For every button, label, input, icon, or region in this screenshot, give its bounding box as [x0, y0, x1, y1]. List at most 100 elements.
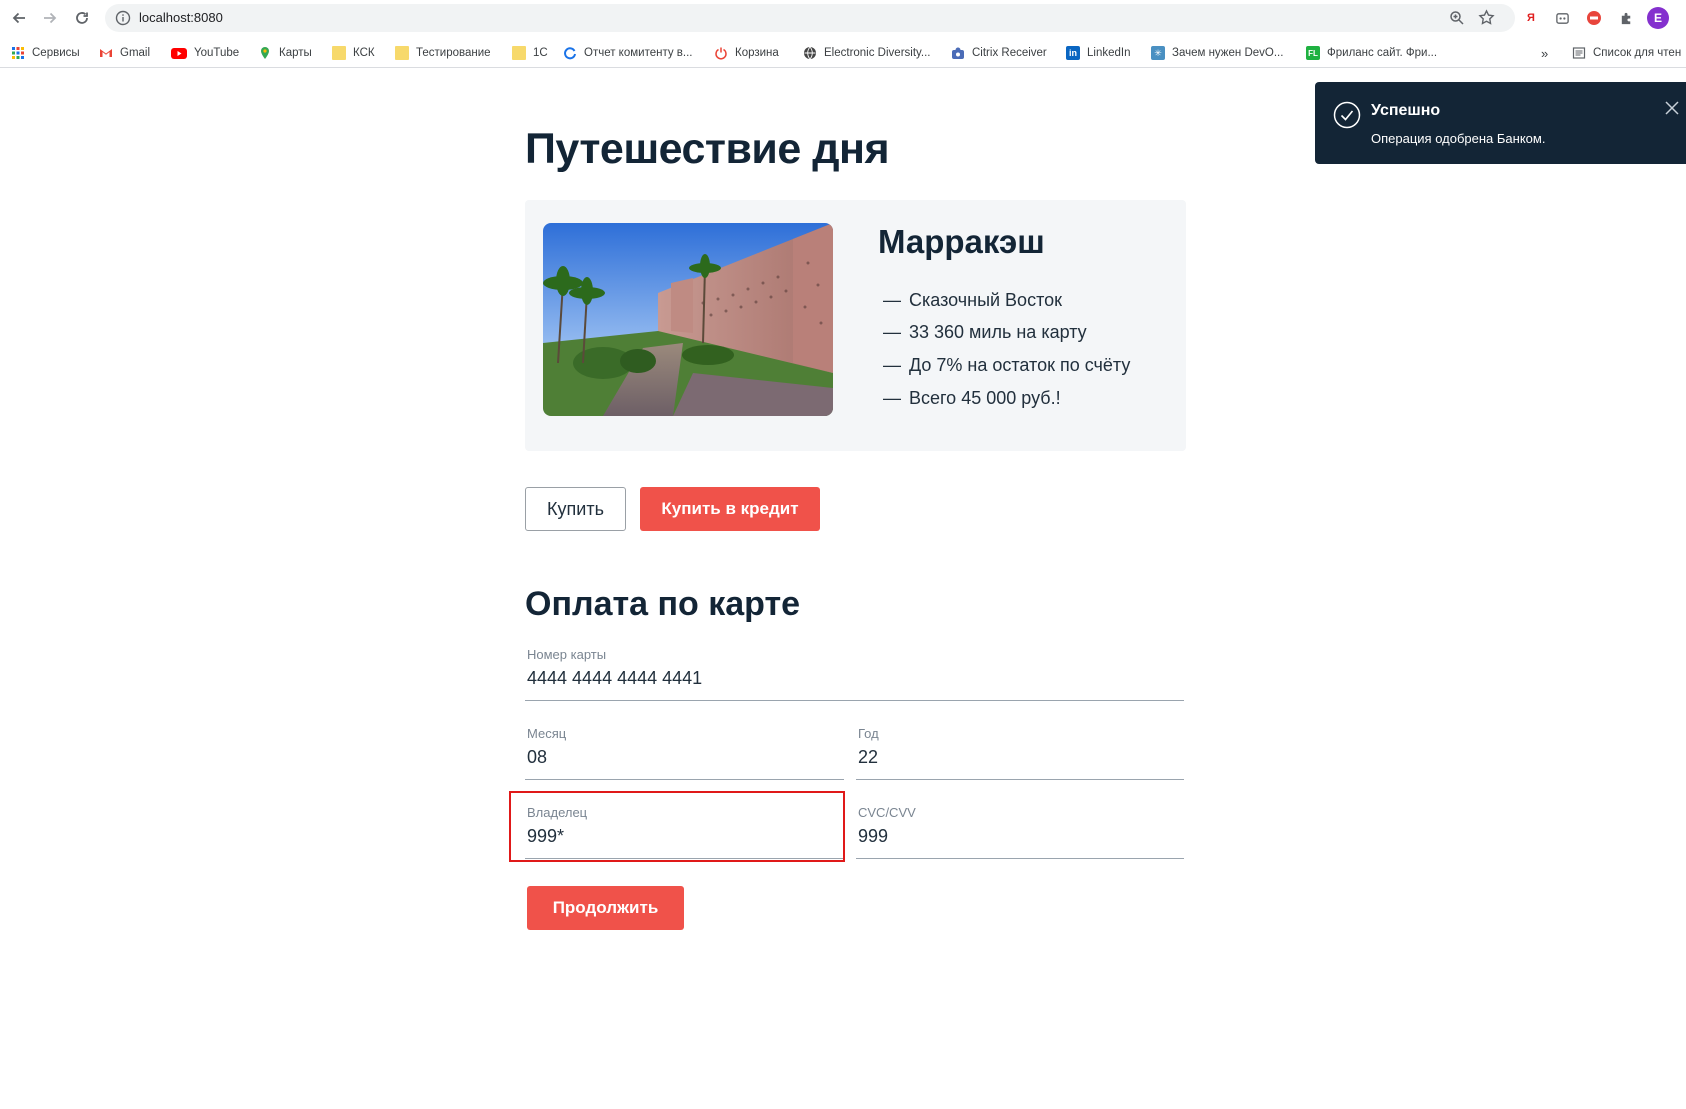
bookmark-report[interactable]: Отчет комитенту в...: [563, 45, 693, 61]
tour-feature: — 33 360 миль на карту: [883, 322, 1087, 343]
bookmark-label: Отчет комитенту в...: [584, 47, 693, 59]
buy-button[interactable]: Купить: [525, 487, 626, 531]
red-extension-icon[interactable]: [1585, 9, 1603, 27]
tour-city: Марракэш: [878, 223, 1045, 260]
url-text[interactable]: localhost:8080: [139, 10, 223, 25]
bookmark-label: Карты: [279, 47, 312, 59]
card-number-label: Номер карты: [527, 647, 607, 662]
feature-text: Сказочный Восток: [909, 290, 1062, 310]
month-field[interactable]: Месяц 08: [525, 726, 844, 780]
bookmark-label: YouTube: [194, 47, 240, 59]
bookmark-cart[interactable]: Корзина: [714, 45, 779, 61]
bookmark-diversity[interactable]: Electronic Diversity...: [803, 45, 931, 61]
extension-icon[interactable]: [1553, 9, 1571, 27]
notification-message: Операция одобрена Банком.: [1371, 131, 1546, 146]
feature-dash: —: [883, 322, 901, 342]
bookmark-label: Gmail: [120, 47, 151, 59]
browser-toolbar: localhost:8080 Я E: [0, 0, 1686, 36]
payment-title: Оплата по карте: [525, 585, 801, 623]
reload-icon: [76, 12, 88, 24]
gmail-icon: [99, 46, 113, 60]
bookmark-1c[interactable]: 1С: [512, 45, 548, 61]
bookmarks-overflow-button[interactable]: »: [1541, 45, 1548, 61]
bookmark-label: Тестирование: [416, 47, 491, 59]
cvc-value[interactable]: 999: [858, 826, 888, 847]
linkedin-icon: in: [1066, 46, 1080, 60]
bookmark-label: Сервисы: [32, 47, 80, 59]
check-circle-icon: [1333, 101, 1361, 129]
page-title: Путешествие дня: [525, 125, 890, 173]
feature-dash: —: [883, 355, 901, 375]
star-icon[interactable]: [1478, 9, 1495, 26]
tour-feature: — До 7% на остаток по счёту: [883, 355, 1130, 376]
bookmark-label: 1С: [533, 47, 548, 59]
bookmark-testing[interactable]: Тестирование: [395, 45, 491, 61]
month-value[interactable]: 08: [527, 747, 547, 768]
reading-list-label: Список для чтен: [1593, 47, 1682, 59]
zoom-icon[interactable]: [1449, 10, 1465, 26]
bookmark-devops[interactable]: ✳ Зачем нужен DevO...: [1151, 45, 1283, 61]
power-icon: [714, 46, 728, 60]
refresh-c-icon: [563, 46, 577, 60]
folder-icon: [332, 46, 346, 60]
tour-card: Марракэш — Сказочный Восток — 33 360 миль …: [525, 200, 1186, 451]
profile-avatar[interactable]: E: [1647, 7, 1669, 29]
yandex-extension-icon[interactable]: Я: [1522, 9, 1540, 27]
bookmark-label: Фриланс сайт. Фри...: [1327, 47, 1438, 59]
feature-text: До 7% на остаток по счёту: [909, 355, 1131, 375]
bookmark-label: Electronic Diversity...: [824, 47, 931, 59]
feature-dash: —: [883, 290, 901, 310]
bookmark-gmail[interactable]: Gmail: [99, 45, 150, 61]
tour-image: [543, 223, 833, 416]
reload-button[interactable]: [70, 7, 94, 29]
card-number-value[interactable]: 4444 4444 4444 4441: [527, 668, 702, 689]
bookmark-linkedin[interactable]: in LinkedIn: [1066, 45, 1130, 61]
puzzle-icon[interactable]: [1617, 9, 1635, 27]
info-icon[interactable]: [115, 10, 131, 26]
bookmark-label: Зачем нужен DevO...: [1172, 47, 1284, 59]
reading-list-icon: [1572, 46, 1586, 60]
arrow-right-icon: [44, 12, 57, 24]
continue-button[interactable]: Продолжить: [527, 886, 684, 930]
month-label: Месяц: [527, 726, 567, 741]
feature-text: 33 360 миль на карту: [909, 322, 1087, 342]
feature-text: Всего 45 000 руб.!: [909, 388, 1061, 408]
fl-icon: FL: [1306, 46, 1320, 60]
folder-icon: [512, 46, 526, 60]
notification-title: Успешно: [1371, 102, 1441, 119]
year-value[interactable]: 22: [858, 747, 878, 768]
bookmark-ksk[interactable]: КСК: [332, 45, 375, 61]
success-notification: Успешно Операция одобрена Банком.: [1315, 82, 1686, 164]
arrow-left-icon: [12, 12, 25, 24]
year-label: Год: [858, 726, 879, 741]
bookmarks-bar: Сервисы Gmail YouTube Карты КСК Тестиров…: [0, 36, 1686, 68]
buy-credit-button[interactable]: Купить в кредит: [640, 487, 820, 531]
bookmark-label: LinkedIn: [1087, 47, 1131, 59]
back-button[interactable]: [7, 7, 31, 29]
globe-icon: [803, 46, 817, 60]
sparkle-icon: ✳: [1151, 46, 1165, 60]
bookmark-services[interactable]: Сервисы: [11, 45, 80, 61]
cvc-field[interactable]: CVC/CVV 999: [856, 805, 1184, 859]
maps-pin-icon: [258, 46, 272, 60]
youtube-icon: [171, 47, 187, 59]
bookmark-label: КСК: [353, 47, 375, 59]
bookmark-maps[interactable]: Карты: [258, 45, 312, 61]
bookmark-label: Citrix Receiver: [972, 47, 1047, 59]
owner-field-highlight: [509, 791, 845, 862]
bookmark-citrix[interactable]: Citrix Receiver: [951, 45, 1047, 61]
bookmark-youtube[interactable]: YouTube: [171, 45, 239, 61]
card-number-field[interactable]: Номер карты 4444 4444 4444 4441: [525, 647, 1184, 701]
apps-grid-icon: [11, 46, 25, 60]
address-bar[interactable]: localhost:8080: [105, 4, 1515, 32]
cvc-label: CVC/CVV: [858, 805, 916, 820]
folder-icon: [395, 46, 409, 60]
tour-feature: — Всего 45 000 руб.!: [883, 388, 1061, 409]
citrix-icon: [951, 46, 965, 60]
forward-button[interactable]: [38, 7, 62, 29]
reading-list-button[interactable]: Список для чтен: [1572, 45, 1681, 61]
bookmark-freelance[interactable]: FL Фриланс сайт. Фри...: [1306, 45, 1437, 61]
year-field[interactable]: Год 22: [856, 726, 1184, 780]
close-icon[interactable]: [1664, 100, 1680, 116]
tour-feature: — Сказочный Восток: [883, 290, 1062, 311]
